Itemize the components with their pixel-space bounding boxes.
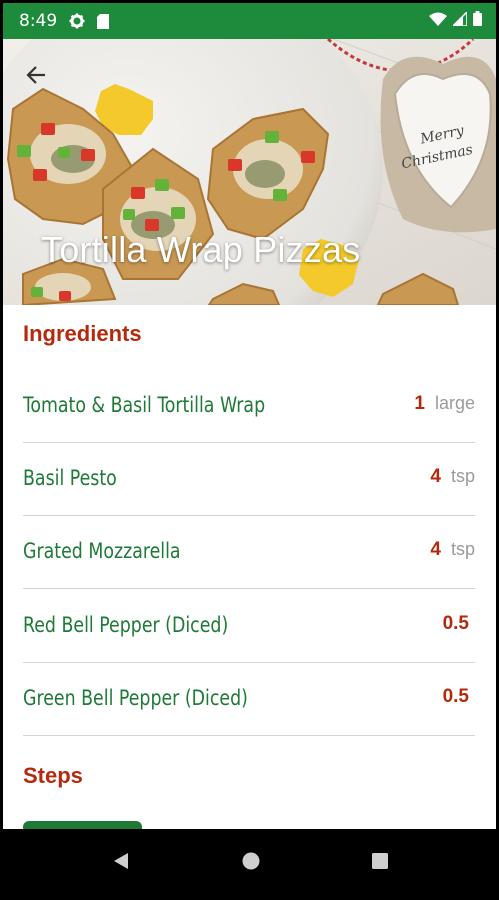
ingredient-quantity: 1 large <box>414 393 475 415</box>
ingredients-heading: Ingredients <box>23 321 142 346</box>
ingredient-name: Grated Mozzarella <box>23 539 181 563</box>
steps-heading: Steps <box>23 763 83 788</box>
settings-icon <box>69 13 85 29</box>
quantity-value: 0.5 <box>442 686 469 707</box>
quantity-unit: tsp <box>450 539 475 559</box>
status-bar: 8:49 <box>3 3 496 39</box>
quantity-value: 0.5 <box>442 613 469 634</box>
ingredient-row[interactable]: Grated Mozzarella 4 tsp <box>23 515 475 589</box>
recipe-hero-image: Merry Christmas Tortilla Wrap Pizzas <box>3 39 496 305</box>
signal-icon <box>451 9 468 31</box>
ingredient-row[interactable]: Tomato & Basil Tortilla Wrap 1 large <box>23 369 475 443</box>
ingredient-row[interactable]: Green Bell Pepper (Diced) 0.5 <box>23 662 475 736</box>
recents-square-icon[interactable] <box>371 852 389 875</box>
app-screen: 8:49 Merry Christmas Tortilla Wrap Pizza… <box>3 3 496 897</box>
ingredient-quantity: 4 tsp <box>430 466 475 488</box>
quantity-unit: large <box>434 393 475 413</box>
ingredient-row[interactable]: Basil Pesto 4 tsp <box>23 442 475 516</box>
quantity-value: 4 <box>430 539 441 560</box>
recipe-detail-content[interactable]: Ingredients Tomato & Basil Tortilla Wrap… <box>3 305 496 831</box>
ingredient-quantity: 4 tsp <box>430 539 475 561</box>
ingredient-name: Red Bell Pepper (Diced) <box>23 613 229 637</box>
ingredient-name: Tomato & Basil Tortilla Wrap <box>23 393 266 417</box>
ingredient-row[interactable]: Red Bell Pepper (Diced) 0.5 <box>23 589 475 663</box>
quantity-value: 4 <box>430 466 441 487</box>
wifi-icon <box>429 12 447 31</box>
back-triangle-icon[interactable] <box>111 851 131 876</box>
ingredient-name: Basil Pesto <box>23 466 117 490</box>
arrow-back-icon <box>26 66 45 84</box>
ingredient-name: Green Bell Pepper (Diced) <box>23 686 248 710</box>
status-time: 8:49 <box>19 11 58 31</box>
battery-icon <box>473 11 482 31</box>
quantity-unit: tsp <box>450 466 475 486</box>
recipe-title: Tortilla Wrap Pizzas <box>41 229 361 270</box>
home-circle-icon[interactable] <box>241 851 261 876</box>
sim-card-icon <box>97 13 110 29</box>
navigation-bar <box>3 829 496 897</box>
ingredient-quantity: 0.5 <box>443 686 469 708</box>
back-button[interactable] <box>23 61 51 89</box>
ingredient-quantity: 0.5 <box>443 613 469 635</box>
quantity-value: 1 <box>414 393 425 414</box>
